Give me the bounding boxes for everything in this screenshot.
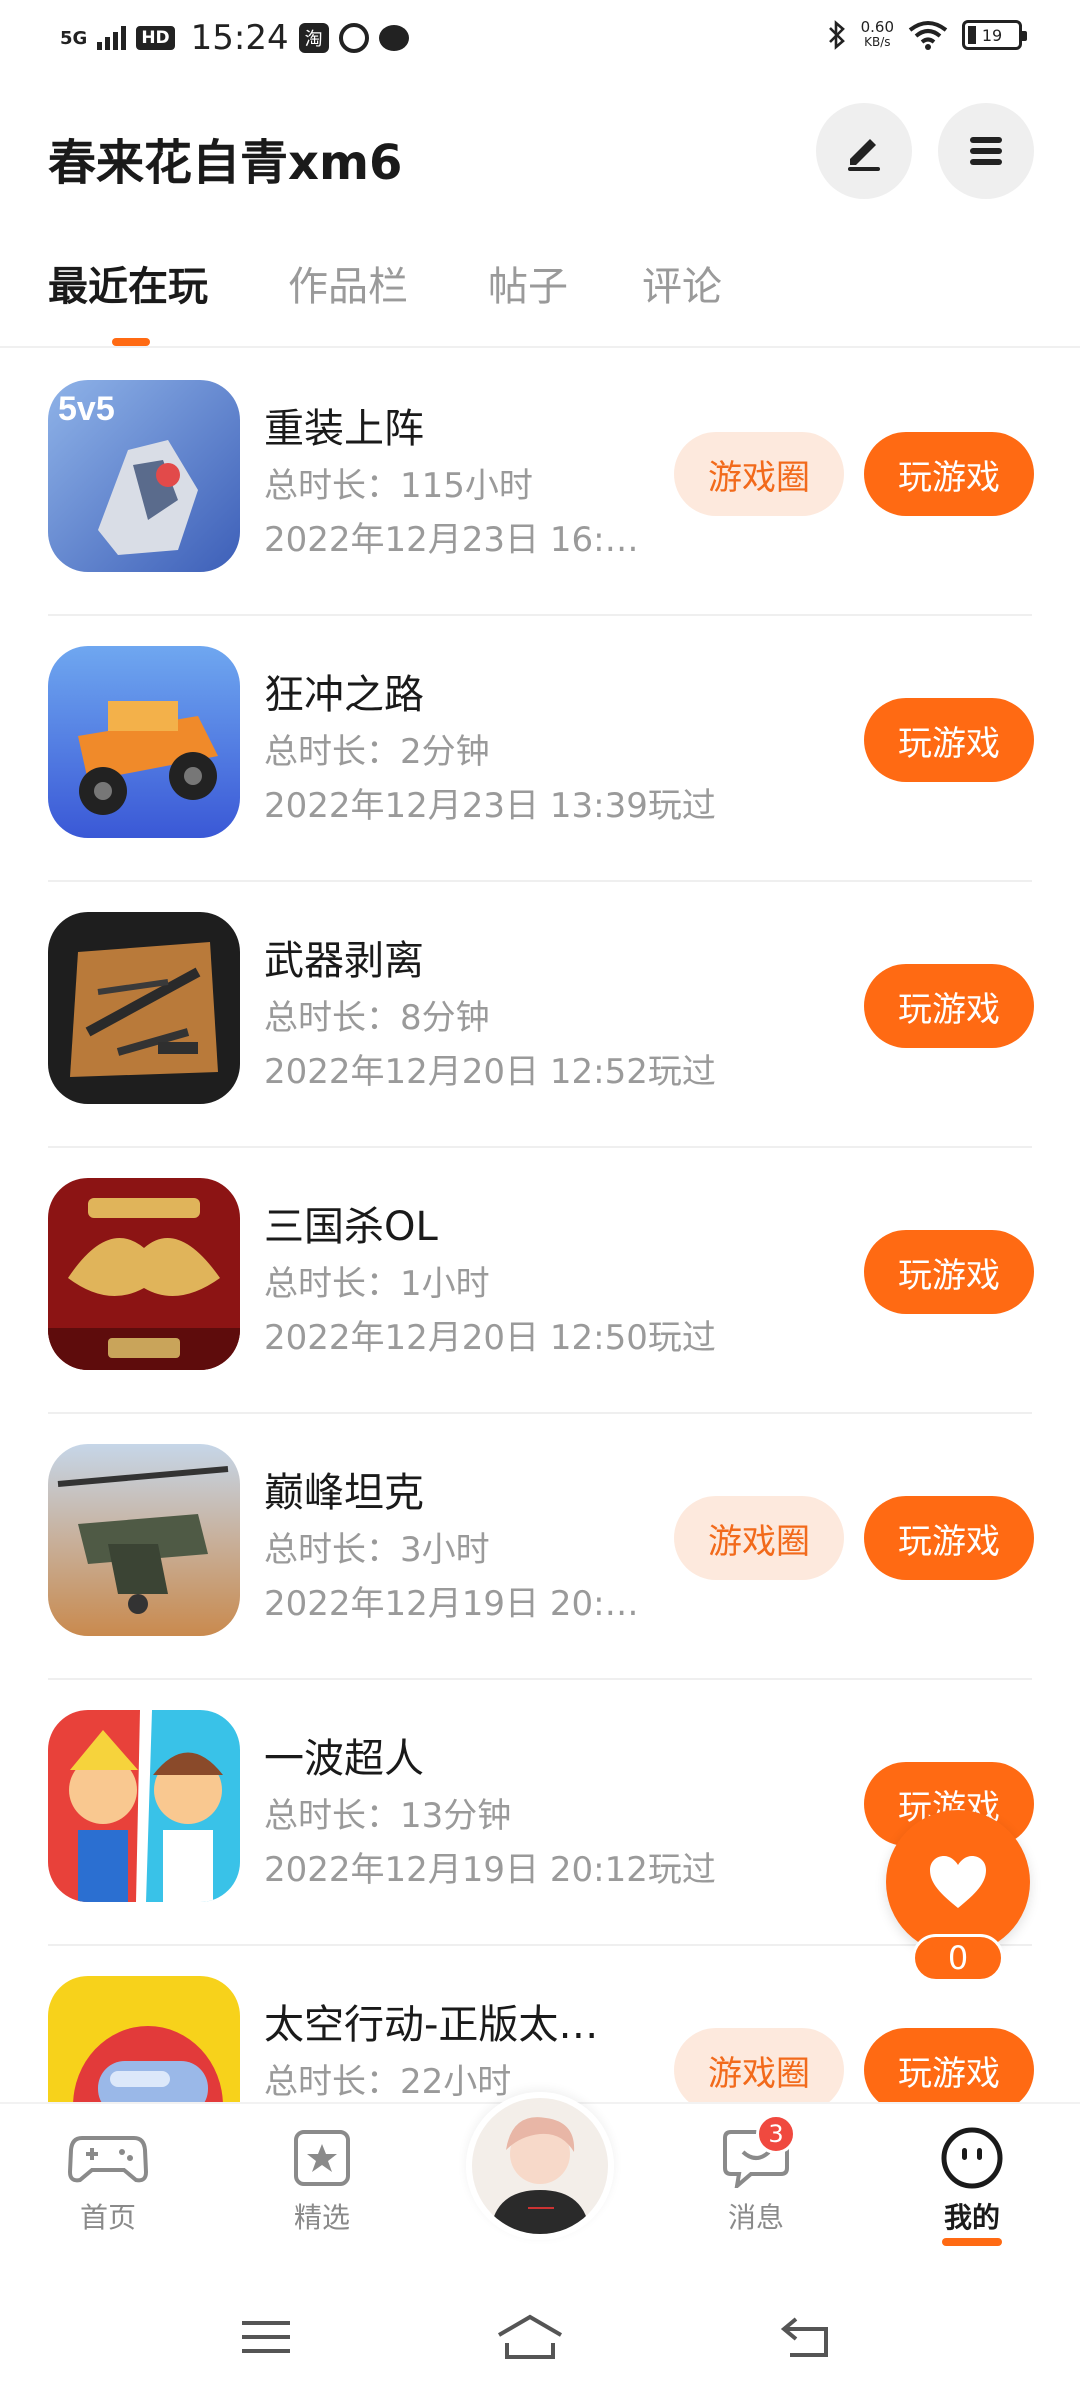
nav-featured[interactable]: 精选 (252, 2126, 392, 2236)
game-last-played: 2022年12月23日 16:… (264, 520, 639, 560)
game-name: 武器剥离 (264, 938, 424, 984)
taobao-notification-icon: 淘 (298, 23, 329, 53)
game-icon[interactable] (48, 1444, 240, 1636)
game-circle-button[interactable]: 游戏圈 (674, 2028, 844, 2102)
game-icon[interactable]: 5v5 (48, 380, 240, 572)
like-count: 0 (912, 1934, 1004, 1982)
game-icon[interactable] (48, 646, 240, 838)
edit-button[interactable] (816, 103, 912, 199)
edit-icon (848, 139, 880, 171)
game-name: 一波超人 (264, 1736, 424, 1782)
face-icon (930, 2126, 1014, 2190)
play-game-button[interactable]: 玩游戏 (864, 1230, 1034, 1314)
profile-header: 春来花自青xm6 (0, 95, 1080, 215)
game-playtime: 总时长：13分钟 (264, 1796, 512, 1836)
game-playtime: 总时长：8分钟 (264, 998, 490, 1038)
back-icon (780, 2317, 828, 2357)
list-item[interactable]: 5v5 重装上阵 总时长：115小时 2022年12月23日 16:… 游戏圈 … (48, 350, 1034, 616)
game-playtime: 总时长：2分钟 (264, 732, 490, 772)
like-button[interactable] (886, 1810, 1030, 1954)
nav-label-home: 首页 (79, 2201, 136, 2234)
list-item[interactable]: 一波超人 总时长：13分钟 2022年12月19日 20:12玩过 玩游戏 (48, 1680, 1034, 1946)
play-game-button[interactable]: 玩游戏 (864, 2028, 1034, 2102)
nav-messages[interactable]: 3 消息 (686, 2114, 826, 2236)
game-playtime: 总时长：1小时 (264, 1264, 490, 1304)
back-button[interactable] (766, 2302, 846, 2372)
home-button[interactable] (490, 2302, 570, 2372)
username: 春来花自青xm6 (48, 135, 403, 191)
app-notification-icon (338, 23, 369, 53)
game-icon[interactable] (48, 912, 240, 1104)
game-icon[interactable] (48, 1178, 240, 1370)
game-last-played: 2022年12月19日 20:12玩过 (264, 1850, 716, 1890)
system-nav-bar (0, 2272, 1080, 2400)
net-speed-value: 0.60 (860, 18, 894, 36)
game-last-played: 2022年12月19日 20:… (264, 1584, 639, 1624)
wifi-icon (908, 21, 948, 50)
play-game-button[interactable]: 玩游戏 (864, 964, 1034, 1048)
hd-indicator: HD (136, 26, 175, 50)
home-icon (497, 2314, 563, 2359)
game-name: 太空行动-正版太… (264, 2002, 599, 2048)
heart-icon (930, 1856, 986, 1908)
game-name: 狂冲之路 (264, 672, 424, 718)
game-last-played: 2022年12月20日 12:52玩过 (264, 1052, 716, 1092)
list-item[interactable]: 武器剥离 总时长：8分钟 2022年12月20日 12:52玩过 玩游戏 (48, 882, 1034, 1148)
list-item[interactable]: 太空行动-正版太… 总时长：22小时 游戏圈 玩游戏 (48, 1946, 1034, 2102)
game-name: 重装上阵 (264, 406, 424, 452)
profile-tabs: 最近在玩 作品栏 帖子 评论 (0, 240, 1080, 348)
gamepad-icon (66, 2126, 150, 2190)
status-left: 5G HD 15:24 淘 (60, 18, 409, 58)
tab-works[interactable]: 作品栏 (288, 254, 408, 312)
list-item[interactable]: 狂冲之路 总时长：2分钟 2022年12月23日 13:39玩过 玩游戏 (48, 616, 1034, 882)
nav-home[interactable]: 首页 (38, 2126, 178, 2236)
signal-bars-icon (97, 26, 127, 50)
game-icon[interactable] (48, 1710, 240, 1902)
game-circle-button[interactable]: 游戏圈 (674, 432, 844, 516)
chat-notification-icon (378, 25, 409, 51)
play-game-button[interactable]: 玩游戏 (864, 1496, 1034, 1580)
menu-lines-icon (242, 2321, 290, 2353)
signal-type: 5G (60, 27, 88, 49)
menu-icon (970, 137, 1002, 165)
game-last-played: 2022年12月20日 12:50玩过 (264, 1318, 716, 1358)
game-playtime: 总时长：115小时 (264, 466, 533, 506)
net-speed: 0.60 KB/s (861, 20, 894, 50)
game-name: 巅峰坦克 (264, 1470, 424, 1516)
tab-posts[interactable]: 帖子 (488, 254, 568, 312)
tab-comments[interactable]: 评论 (642, 254, 722, 312)
clock: 15:24 (190, 18, 289, 58)
message-badge: 3 (756, 2114, 796, 2154)
list-item[interactable]: 巅峰坦克 总时长：3小时 2022年12月19日 20:… 游戏圈 玩游戏 (48, 1414, 1034, 1680)
game-circle-button[interactable]: 游戏圈 (674, 1496, 844, 1580)
nav-label-messages: 消息 (727, 2201, 784, 2234)
avatar[interactable] (466, 2092, 614, 2240)
active-nav-indicator (942, 2238, 1002, 2246)
active-tab-indicator (112, 338, 150, 346)
recent-apps-button[interactable] (226, 2302, 306, 2372)
play-game-button[interactable]: 玩游戏 (864, 698, 1034, 782)
battery-level: 19 (981, 25, 1003, 45)
status-right: 0.60 KB/s 19 (827, 20, 1027, 50)
menu-button[interactable] (938, 103, 1034, 199)
net-speed-unit: KB/s (864, 35, 891, 49)
tab-recent-play[interactable]: 最近在玩 (48, 254, 208, 312)
list-item[interactable]: 三国杀OL 总时长：1小时 2022年12月20日 12:50玩过 玩游戏 (48, 1148, 1034, 1414)
battery-icon: 19 (962, 20, 1027, 50)
game-playtime: 总时长：22小时 (264, 2062, 512, 2102)
play-game-button[interactable]: 玩游戏 (864, 432, 1034, 516)
bluetooth-icon (828, 20, 845, 50)
game-icon[interactable] (48, 1976, 240, 2102)
nav-me[interactable]: 我的 (902, 2126, 1042, 2246)
game-name: 三国杀OL (264, 1204, 438, 1250)
nav-label-featured: 精选 (293, 2201, 350, 2234)
game-playtime: 总时长：3小时 (264, 1530, 490, 1570)
svg-text:5v5: 5v5 (58, 390, 115, 428)
star-bookmark-icon (280, 2126, 364, 2190)
nav-label-me: 我的 (943, 2201, 1000, 2234)
message-icon: 3 (714, 2114, 798, 2190)
game-last-played: 2022年12月23日 13:39玩过 (264, 786, 716, 826)
status-bar: 5G HD 15:24 淘 0.60 KB/s 19 (0, 0, 1080, 80)
